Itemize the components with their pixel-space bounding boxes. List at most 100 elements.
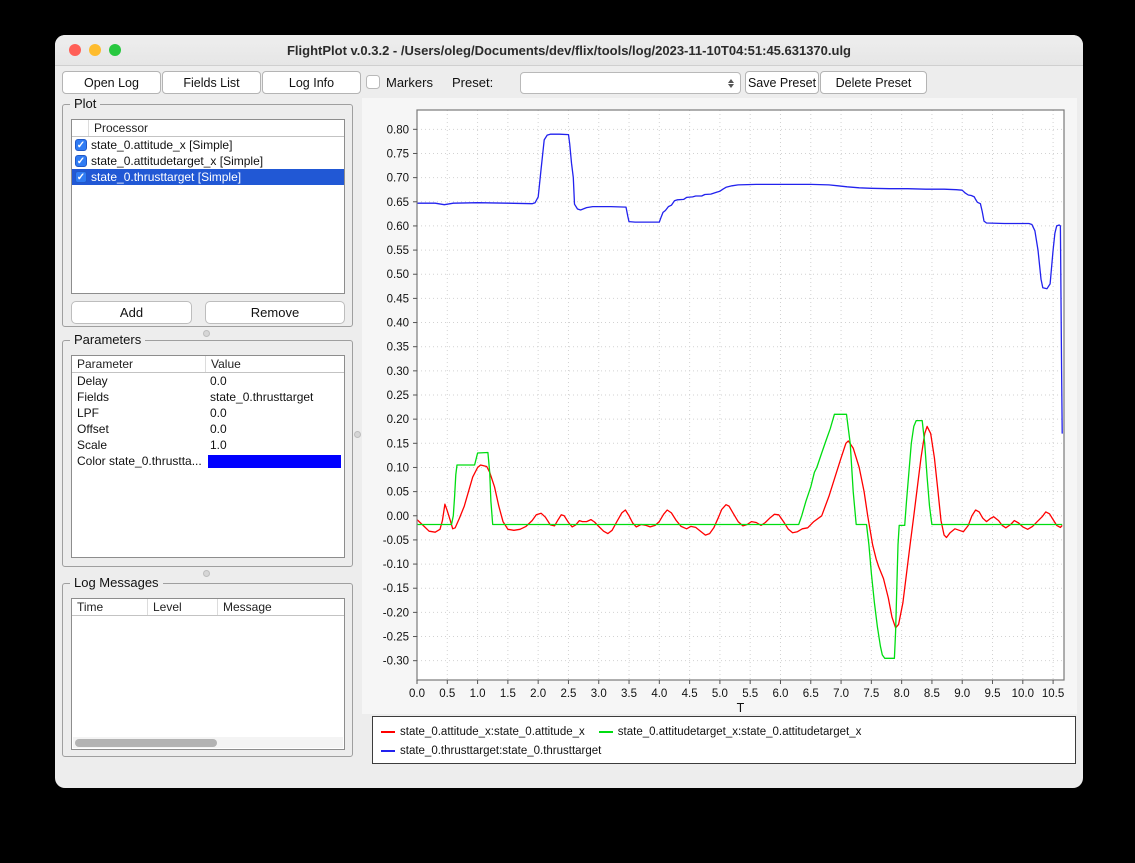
- combo-stepper-icon[interactable]: [725, 75, 736, 91]
- svg-text:-0.15: -0.15: [383, 583, 409, 595]
- legend-entry: state_0.attitude_x:state_0.attitude_x: [381, 726, 585, 738]
- processor-list-header: Processor: [72, 120, 344, 137]
- open-log-button[interactable]: Open Log: [62, 71, 161, 94]
- svg-text:-0.05: -0.05: [383, 535, 409, 547]
- parameter-value-cell[interactable]: state_0.thrusttarget: [205, 389, 344, 405]
- title-bar: FlightPlot v.0.3.2 - /Users/oleg/Documen…: [55, 35, 1083, 66]
- svg-text:3.5: 3.5: [621, 688, 637, 700]
- svg-text:0.20: 0.20: [387, 414, 409, 426]
- svg-text:7.5: 7.5: [863, 688, 879, 700]
- processor-row[interactable]: ✓state_0.attitude_x [Simple]: [72, 137, 344, 153]
- plot-group-title: Plot: [70, 96, 100, 111]
- processor-checkbox[interactable]: ✓: [75, 155, 87, 167]
- splitter-handle-bottom[interactable]: [203, 570, 210, 577]
- parameters-table[interactable]: Parameter Value Delay0.0Fieldsstate_0.th…: [71, 355, 345, 558]
- svg-text:6.0: 6.0: [772, 688, 788, 700]
- svg-text:10.5: 10.5: [1042, 688, 1064, 700]
- preset-combobox[interactable]: [520, 72, 741, 94]
- svg-text:-0.20: -0.20: [383, 607, 409, 619]
- processor-checkbox[interactable]: ✓: [75, 171, 87, 183]
- svg-text:0.45: 0.45: [387, 293, 409, 305]
- parameter-name-cell: Offset: [72, 421, 205, 437]
- parameter-row[interactable]: Fieldsstate_0.thrusttarget: [72, 389, 344, 405]
- legend-label: state_0.attitude_x:state_0.attitude_x: [400, 726, 585, 738]
- svg-text:0.00: 0.00: [387, 511, 409, 523]
- parameter-value-cell[interactable]: 0.0: [205, 373, 344, 389]
- scrollbar-thumb[interactable]: [75, 739, 217, 747]
- window-title: FlightPlot v.0.3.2 - /Users/oleg/Documen…: [55, 43, 1083, 58]
- processor-checkbox[interactable]: ✓: [75, 139, 87, 151]
- svg-text:1.0: 1.0: [470, 688, 486, 700]
- preset-value: [521, 75, 527, 89]
- legend-row: state_0.thrusttarget:state_0.thrusttarge…: [381, 741, 1067, 760]
- parameter-value-cell[interactable]: [205, 453, 344, 469]
- svg-text:4.0: 4.0: [651, 688, 667, 700]
- processor-column-header: Processor: [89, 120, 148, 136]
- parameters-group-title: Parameters: [70, 332, 145, 347]
- parameter-name-cell: Color state_0.thrustta...: [72, 453, 205, 469]
- svg-text:5.5: 5.5: [742, 688, 758, 700]
- fields-list-button[interactable]: Fields List: [162, 71, 261, 94]
- svg-text:8.5: 8.5: [924, 688, 940, 700]
- svg-text:7.0: 7.0: [833, 688, 849, 700]
- parameter-value-cell[interactable]: 0.0: [205, 405, 344, 421]
- parameter-value-cell[interactable]: 0.0: [205, 421, 344, 437]
- save-preset-button[interactable]: Save Preset: [745, 71, 819, 94]
- color-swatch[interactable]: [208, 455, 341, 468]
- level-column-header: Level: [147, 599, 217, 615]
- svg-text:9.5: 9.5: [985, 688, 1001, 700]
- markers-checkbox[interactable]: [366, 75, 380, 89]
- parameter-row[interactable]: LPF0.0: [72, 405, 344, 421]
- processor-list[interactable]: Processor ✓state_0.attitude_x [Simple]✓s…: [71, 119, 345, 294]
- legend-label: state_0.thrusttarget:state_0.thrusttarge…: [400, 745, 601, 757]
- parameter-row[interactable]: Offset0.0: [72, 421, 344, 437]
- parameter-column-header: Parameter: [72, 356, 205, 372]
- markers-label: Markers: [386, 75, 433, 90]
- log-messages-table[interactable]: Time Level Message: [71, 598, 345, 750]
- svg-text:0.75: 0.75: [387, 148, 409, 160]
- plot-group: Plot Processor ✓state_0.attitude_x [Simp…: [62, 104, 353, 327]
- svg-text:0.25: 0.25: [387, 390, 409, 402]
- svg-text:0.35: 0.35: [387, 342, 409, 354]
- svg-text:0.0: 0.0: [409, 688, 425, 700]
- parameter-row[interactable]: Color state_0.thrustta...: [72, 453, 344, 469]
- svg-text:0.15: 0.15: [387, 438, 409, 450]
- screen: FlightPlot v.0.3.2 - /Users/oleg/Documen…: [0, 0, 1135, 863]
- value-column-header: Value: [205, 356, 344, 372]
- svg-text:-0.30: -0.30: [383, 656, 409, 668]
- legend-entry: state_0.thrusttarget:state_0.thrusttarge…: [381, 745, 601, 757]
- svg-text:0.5: 0.5: [439, 688, 455, 700]
- svg-text:0.70: 0.70: [387, 173, 409, 185]
- chart[interactable]: 0.800.750.700.650.600.550.500.450.400.35…: [362, 98, 1077, 714]
- log-table-header: Time Level Message: [72, 599, 344, 616]
- svg-text:0.80: 0.80: [387, 124, 409, 136]
- log-messages-group-title: Log Messages: [70, 575, 163, 590]
- svg-text:6.5: 6.5: [803, 688, 819, 700]
- processor-row[interactable]: ✓ state_0.thrusttarget [Simple]: [72, 169, 344, 185]
- splitter-handle-top[interactable]: [203, 330, 210, 337]
- parameter-name-cell: LPF: [72, 405, 205, 421]
- time-column-header: Time: [72, 599, 147, 615]
- svg-text:-0.25: -0.25: [383, 632, 409, 644]
- processor-label: state_0.thrusttarget [Simple]: [91, 170, 241, 184]
- svg-text:0.50: 0.50: [387, 269, 409, 281]
- svg-text:4.5: 4.5: [682, 688, 698, 700]
- delete-preset-button[interactable]: Delete Preset: [820, 71, 927, 94]
- remove-button[interactable]: Remove: [205, 301, 345, 324]
- add-button[interactable]: Add: [71, 301, 192, 324]
- log-info-button[interactable]: Log Info: [262, 71, 361, 94]
- legend-label: state_0.attitudetarget_x:state_0.attitud…: [618, 726, 862, 738]
- svg-text:0.40: 0.40: [387, 318, 409, 330]
- svg-text:9.0: 9.0: [954, 688, 970, 700]
- svg-text:5.0: 5.0: [712, 688, 728, 700]
- log-horizontal-scrollbar[interactable]: [73, 737, 343, 748]
- vertical-splitter-handle[interactable]: [354, 431, 361, 438]
- parameter-value-cell[interactable]: 1.0: [205, 437, 344, 453]
- chart-legend: state_0.attitude_x:state_0.attitude_xsta…: [372, 716, 1076, 764]
- legend-series-line-icon: [381, 750, 395, 752]
- svg-text:2.5: 2.5: [560, 688, 576, 700]
- processor-row[interactable]: ✓ state_0.attitudetarget_x [Simple]: [72, 153, 344, 169]
- parameter-row[interactable]: Delay0.0: [72, 373, 344, 389]
- parameter-row[interactable]: Scale1.0: [72, 437, 344, 453]
- processor-label: state_0.attitudetarget_x [Simple]: [91, 154, 263, 168]
